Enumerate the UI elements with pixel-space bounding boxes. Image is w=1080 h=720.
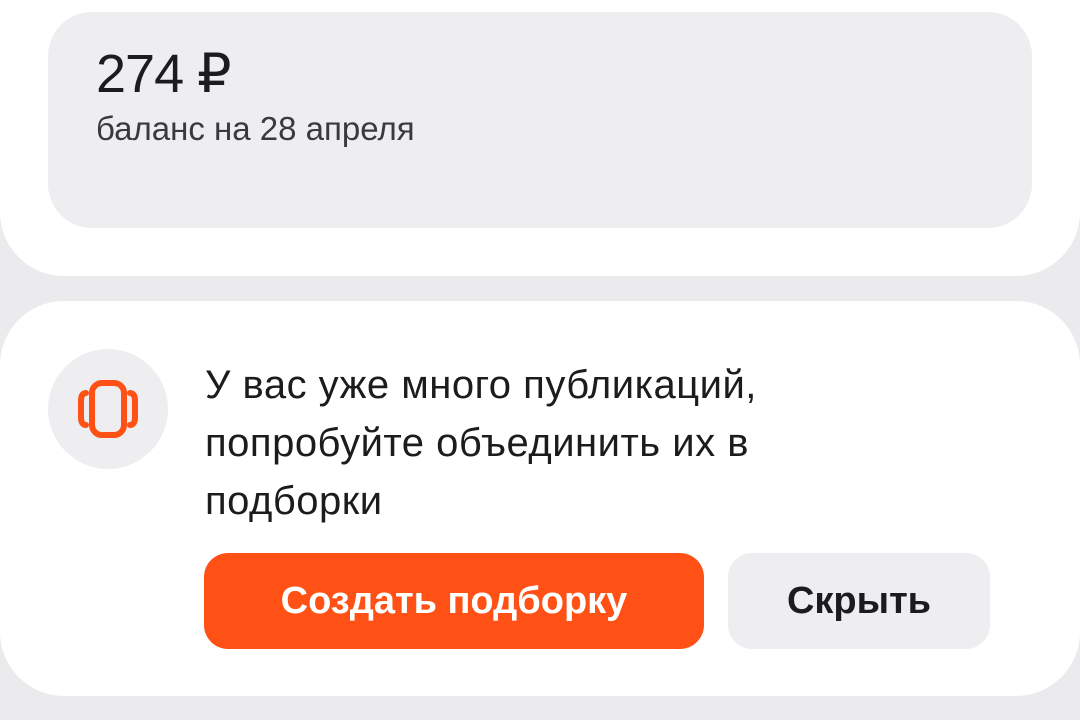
balance-box[interactable]: 274 ₽ баланс на 28 апреля xyxy=(48,12,1032,228)
create-collection-button[interactable]: Создать подборку xyxy=(204,553,704,649)
hide-button[interactable]: Скрыть xyxy=(728,553,990,649)
promo-message: У вас уже много публикаций, попробуйте о… xyxy=(205,363,757,523)
collection-icon xyxy=(78,380,138,438)
collections-promo-card: У вас уже много публикаций, попробуйте о… xyxy=(0,301,1080,696)
balance-amount: 274 ₽ xyxy=(96,44,231,104)
collection-icon-badge xyxy=(48,349,168,469)
balance-caption: баланс на 28 апреля xyxy=(96,110,415,147)
balance-card: 274 ₽ баланс на 28 апреля xyxy=(0,0,1080,276)
